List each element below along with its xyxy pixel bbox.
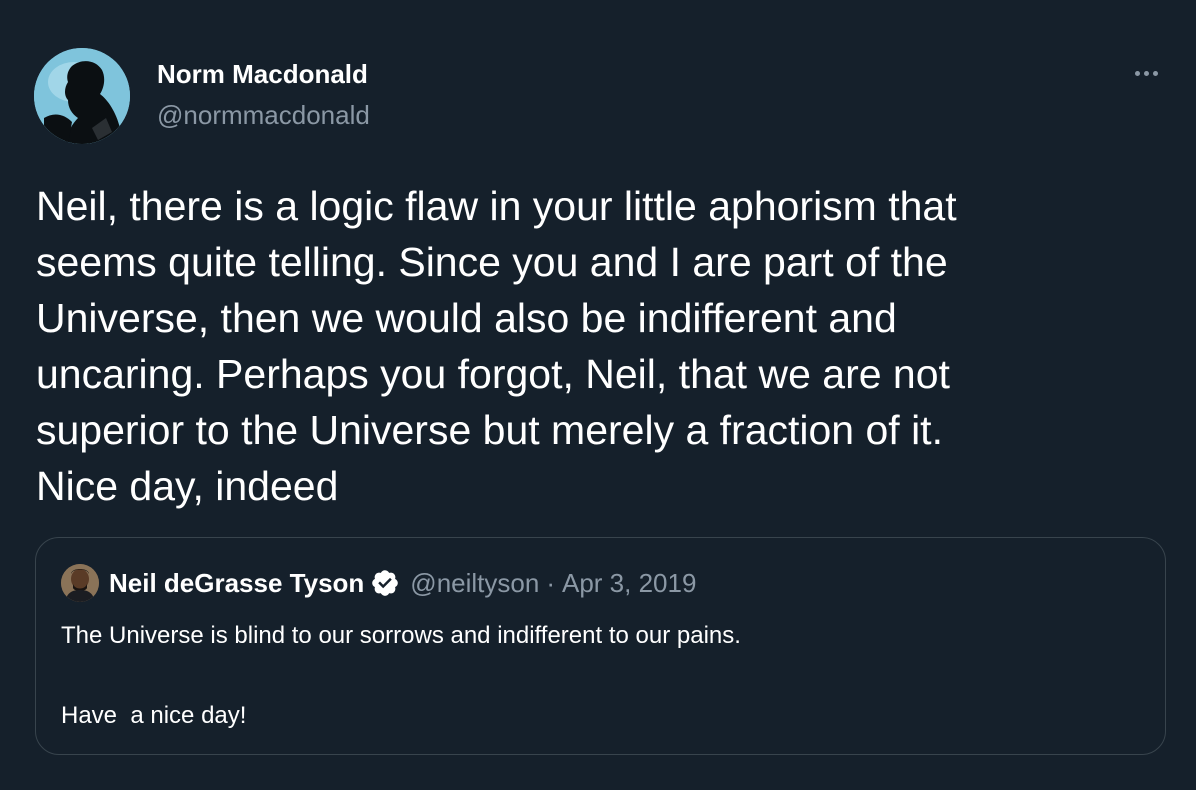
- tweet-text-line: seems quite telling. Since you and I are…: [36, 239, 948, 285]
- tweet-text-line: Universe, then we would also be indiffer…: [36, 295, 897, 341]
- quoted-author-name[interactable]: Neil deGrasse Tyson: [109, 568, 364, 599]
- tweet-text-line: uncaring. Perhaps you forgot, Neil, that…: [36, 351, 950, 397]
- tweet-text-line: superior to the Universe but merely a fr…: [36, 407, 943, 453]
- more-horizontal-icon: [1134, 70, 1140, 76]
- quoted-author-avatar[interactable]: [61, 564, 99, 602]
- quoted-text-line: The Universe is blind to our sorrows and…: [61, 622, 741, 649]
- author-handle[interactable]: @normmacdonald: [157, 100, 370, 131]
- quoted-tweet-date[interactable]: Apr 3, 2019: [562, 568, 696, 599]
- separator-dot: ·: [546, 567, 555, 598]
- quoted-text-line: ​: [61, 656, 1141, 696]
- tweet-text: Neil, there is a logic flaw in your litt…: [36, 178, 1156, 514]
- tweet-text-line: Neil, there is a logic flaw in your litt…: [36, 183, 957, 229]
- tweet-text-line: Nice day, indeed: [36, 463, 339, 509]
- more-options-button[interactable]: [1126, 58, 1166, 88]
- quoted-tweet[interactable]: Neil deGrasse Tyson @neiltyson · Apr 3, …: [35, 537, 1166, 755]
- author-avatar[interactable]: [34, 48, 130, 144]
- quoted-author-handle[interactable]: @neiltyson: [410, 568, 539, 599]
- quoted-tweet-header: Neil deGrasse Tyson @neiltyson · Apr 3, …: [61, 563, 696, 603]
- quoted-tweet-text: The Universe is blind to our sorrows and…: [61, 616, 1141, 736]
- author-name[interactable]: Norm Macdonald: [157, 59, 368, 90]
- verified-badge-icon: [372, 570, 399, 596]
- tweet-card: Norm Macdonald @normmacdonald Neil, ther…: [0, 0, 1196, 790]
- quoted-text-line: Have a nice day!: [61, 702, 247, 729]
